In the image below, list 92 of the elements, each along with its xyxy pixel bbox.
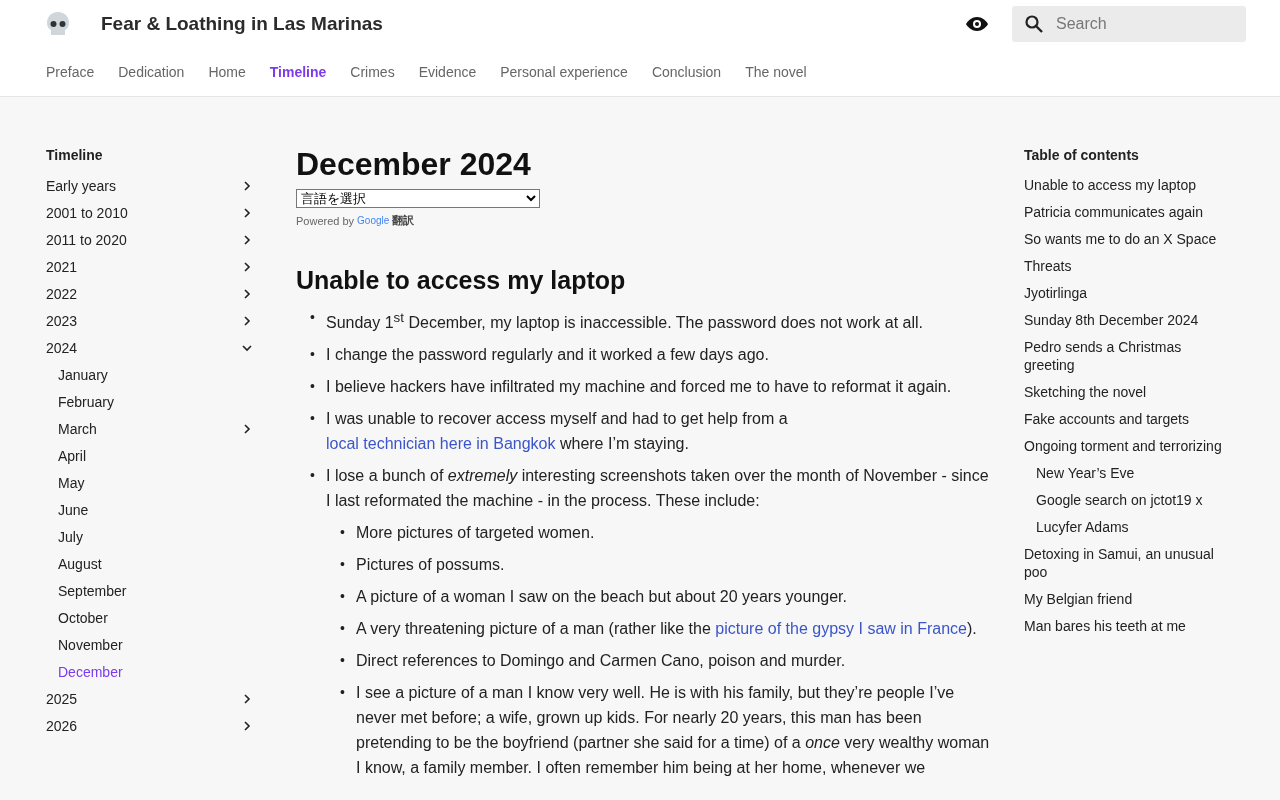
sidebar-item[interactable]: 2025 bbox=[46, 685, 256, 712]
bullet-text: I see a picture of a man I know very well. He is with his family, but they’re people I’ve never met before; a wife, grown up kids. For nearly 20 years, this man has been pretending to be the boyfriend (partner she said for a time) of a once very wealthy woman I know, a family member. I often remember him being at her home, whenever we bbox=[356, 684, 990, 777]
sidebar-item[interactable]: November bbox=[46, 631, 256, 658]
google-logo: Google bbox=[357, 215, 390, 226]
bullet-text: More pictures of targeted women. bbox=[356, 524, 595, 542]
bullet-marker: • bbox=[310, 345, 316, 365]
bullet-text: I was unable to recover access myself and had to get help from a local technician here in Bangkok where I’m staying. bbox=[326, 410, 788, 453]
chevron-icon[interactable] bbox=[242, 423, 252, 434]
bullet-text: A very threatening picture of a man (rather like the picture of the gypsy I saw in France). bbox=[356, 620, 977, 638]
nav-tab[interactable]: Personal experience bbox=[500, 64, 628, 80]
chevron-icon[interactable] bbox=[242, 288, 252, 299]
chevron-icon[interactable] bbox=[242, 207, 252, 218]
powered-by-text: Powered by bbox=[296, 214, 355, 227]
bullet-marker: • bbox=[340, 523, 346, 543]
toc-title: Table of contents bbox=[1024, 147, 1140, 163]
nav-tab[interactable]: Home bbox=[208, 64, 246, 80]
sidebar-item[interactable]: 2021 bbox=[46, 253, 256, 280]
toc-link[interactable]: Google search on jctot19 x bbox=[1024, 487, 1224, 514]
toc-link[interactable]: Detoxing in Samui, an unusual poo bbox=[1024, 541, 1224, 586]
bullet-text: I lose a bunch of extremely interesting screenshots taken over the month of November - since I last reformated the machine - in the process. These include: bbox=[326, 467, 989, 510]
toc-link[interactable]: Lucyfer Adams bbox=[1024, 514, 1224, 541]
translate-label: 翻訳 bbox=[392, 213, 415, 228]
toc-link[interactable]: Sunday 8th December 2024 bbox=[1024, 307, 1224, 334]
bullet-text: Direct references to Domingo and Carmen Cano, poison and murder. bbox=[356, 652, 846, 670]
sidebar-item[interactable]: April bbox=[46, 442, 256, 469]
bullet-text: I change the password regularly and it worked a few days ago. bbox=[326, 346, 769, 364]
sidebar-item[interactable]: February bbox=[46, 388, 256, 415]
bullet-marker: • bbox=[340, 587, 346, 607]
site-title[interactable]: Fear & Loathing in Las Marinas bbox=[101, 13, 383, 35]
sidebar-item[interactable]: December bbox=[46, 658, 256, 685]
section-heading: Unable to access my laptop bbox=[296, 266, 627, 295]
chevron-icon[interactable] bbox=[242, 234, 252, 245]
chevron-icon[interactable] bbox=[242, 693, 252, 704]
bullet-marker: • bbox=[340, 619, 346, 639]
sidebar-item[interactable]: Early years bbox=[46, 172, 256, 199]
chevron-icon[interactable] bbox=[242, 180, 252, 191]
sidebar-item[interactable]: 2011 to 2020 bbox=[46, 226, 256, 253]
sidebar-item[interactable]: August bbox=[46, 550, 256, 577]
toc-link[interactable]: New Year’s Eve bbox=[1024, 460, 1224, 487]
sidebar-item[interactable]: July bbox=[46, 523, 256, 550]
language-select[interactable]: 言語を選択 bbox=[296, 189, 540, 208]
bullet-text: Sunday 1$^{st}$ December, my laptop is inaccessible. The password does not work at all. bbox=[326, 314, 924, 332]
eye-icon[interactable] bbox=[966, 17, 988, 31]
sidebar-item[interactable]: October bbox=[46, 604, 256, 631]
page-title: December 2024 bbox=[296, 147, 532, 181]
chevron-icon[interactable] bbox=[242, 720, 252, 731]
nav-tab[interactable]: Conclusion bbox=[651, 64, 722, 80]
sidebar-item[interactable]: 2024 bbox=[46, 334, 256, 361]
toc-link[interactable]: Threats bbox=[1024, 253, 1224, 280]
bullet-marker: • bbox=[340, 683, 346, 703]
nav-tab[interactable]: Preface bbox=[46, 64, 95, 80]
sidebar-item[interactable]: 2001 to 2010 bbox=[46, 199, 256, 226]
nav-tab[interactable]: Crimes bbox=[350, 64, 395, 80]
nav-tab[interactable]: Timeline bbox=[269, 64, 327, 80]
nav-tab[interactable]: Dedication bbox=[118, 64, 185, 80]
skull-icon bbox=[46, 11, 70, 37]
chevron-icon[interactable] bbox=[242, 342, 252, 353]
toc-link[interactable]: So wants me to do an X Space bbox=[1024, 226, 1224, 253]
nav-tab[interactable]: The novel bbox=[745, 64, 807, 80]
chevron-icon[interactable] bbox=[242, 315, 252, 326]
sidebar-item[interactable]: 2023 bbox=[46, 307, 256, 334]
toc-link[interactable]: Fake accounts and targets bbox=[1024, 406, 1224, 433]
chevron-icon[interactable] bbox=[242, 261, 252, 272]
bullet-marker: • bbox=[310, 377, 316, 397]
bullet-marker: • bbox=[340, 555, 346, 575]
sidebar-item[interactable]: September bbox=[46, 577, 256, 604]
toc-link[interactable]: Man bares his teeth at me bbox=[1024, 613, 1224, 640]
toc-link[interactable]: Jyotirlinga bbox=[1024, 280, 1224, 307]
bullet-text: I believe hackers have infiltrated my machine and forced me to have to reformat it again. bbox=[326, 378, 952, 396]
nav-tab[interactable]: Evidence bbox=[418, 64, 477, 80]
bullet-marker: • bbox=[310, 409, 316, 429]
sidebar-item[interactable]: January bbox=[46, 361, 256, 388]
toc-link[interactable]: Ongoing torment and terrorizing bbox=[1024, 433, 1224, 460]
sidebar-title: Timeline bbox=[46, 147, 104, 163]
bullet-marker: • bbox=[340, 651, 346, 671]
toc-link[interactable]: Sketching the novel bbox=[1024, 379, 1224, 406]
bullet-marker: • bbox=[310, 308, 316, 327]
sidebar-item[interactable]: May bbox=[46, 469, 256, 496]
bullet-text: Pictures of possums. bbox=[356, 556, 505, 574]
toc-link[interactable]: Unable to access my laptop bbox=[1024, 172, 1224, 199]
sidebar-item[interactable]: 2022 bbox=[46, 280, 256, 307]
toc-link[interactable]: My Belgian friend bbox=[1024, 586, 1224, 613]
sidebar-item[interactable]: June bbox=[46, 496, 256, 523]
search-field[interactable]: Search bbox=[1012, 6, 1246, 42]
sidebar-item[interactable]: March bbox=[46, 415, 256, 442]
toc-link[interactable]: Patricia communicates again bbox=[1024, 199, 1224, 226]
toc-link[interactable]: Pedro sends a Christmas greeting bbox=[1024, 334, 1224, 379]
sidebar-item[interactable]: 2026 bbox=[46, 712, 256, 739]
bullet-marker: • bbox=[310, 466, 316, 486]
text-link[interactable]: picture of the gypsy I saw in France bbox=[715, 620, 967, 638]
text-link[interactable]: local technician here in Bangkok bbox=[326, 435, 556, 453]
bullet-text: A picture of a woman I saw on the beach but about 20 years younger. bbox=[356, 588, 847, 606]
